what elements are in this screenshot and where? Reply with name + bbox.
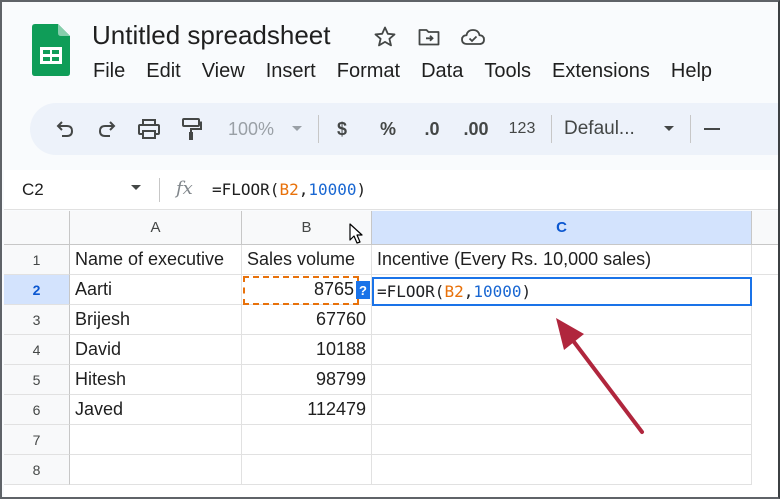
cell-c8[interactable] [372,455,752,485]
cell-a2[interactable]: Aarti [70,275,242,305]
toolbar-divider [690,115,691,143]
cell-a7[interactable] [70,425,242,455]
cell-b3[interactable]: 67760 [242,305,372,335]
cell-a3[interactable]: Brijesh [70,305,242,335]
cell-a1[interactable]: Name of executive [70,245,242,275]
name-box-caret-icon[interactable] [130,184,142,192]
select-all-corner[interactable] [4,211,70,245]
formula-divider [159,178,160,202]
number-format-button[interactable]: 123 [505,111,539,147]
cell-b1[interactable]: Sales volume [242,245,372,275]
star-icon[interactable] [372,24,398,50]
formula-bar: C2 fx =FLOOR(B2,10000) [4,170,778,210]
cell-c2-editor[interactable]: =FLOOR(B2, 10000) [372,277,752,306]
menu-insert[interactable]: Insert [266,60,316,83]
column-header-d[interactable] [752,211,778,245]
row-header-6[interactable]: 6 [4,395,70,425]
cell-a6[interactable]: Javed [70,395,242,425]
paint-format-icon[interactable] [178,111,204,147]
formula-help-button[interactable]: ? [356,281,370,299]
spreadsheet-grid: A B C 1 2 3 4 5 6 7 8 Name of executive … [4,211,778,497]
editor-ref: B2 [444,282,464,301]
mouse-pointer-icon [349,223,363,244]
menu-data[interactable]: Data [421,60,463,83]
decrease-decimal-button[interactable]: .0 [417,111,447,147]
editor-prefix: =FLOOR( [377,282,445,301]
cell-b6[interactable]: 112479 [242,395,372,425]
cell-c1[interactable]: Incentive (Every Rs. 10,000 sales) [372,245,752,275]
column-header-c[interactable]: C [372,211,752,245]
cell-b8[interactable] [242,455,372,485]
formula-suffix: ) [356,180,367,199]
sheets-logo-icon[interactable] [32,24,70,76]
cell-b2[interactable]: 8765 [242,275,372,305]
column-header-a[interactable]: A [70,211,242,245]
fx-icon: fx [176,178,193,199]
print-icon[interactable] [136,111,162,147]
cell-b4[interactable]: 10188 [242,335,372,365]
toolbar: 100% $ % .0 .00 123 Defaul... [30,103,778,155]
menu-help[interactable]: Help [671,60,712,83]
currency-format-button[interactable]: $ [331,111,353,147]
cell-a4[interactable]: David [70,335,242,365]
menu-view[interactable]: View [202,60,245,83]
document-title[interactable]: Untitled spreadsheet [92,20,330,51]
formula-number: 10000 [308,180,357,199]
cloud-saved-icon[interactable] [460,24,486,50]
cell-d1[interactable] [752,245,778,275]
menu-tools[interactable]: Tools [484,60,531,83]
row-header-3[interactable]: 3 [4,305,70,335]
row-header-2[interactable]: 2 [4,275,70,305]
app-window: Untitled spreadsheet File Edit View Inse… [0,0,780,499]
formula-input[interactable]: =FLOOR(B2,10000) [212,180,366,199]
cell-b7[interactable] [242,425,372,455]
row-header-4[interactable]: 4 [4,335,70,365]
percent-format-button[interactable]: % [377,111,399,147]
cell-b5[interactable]: 98799 [242,365,372,395]
menu-file[interactable]: File [93,60,125,83]
toolbar-divider [551,115,552,143]
zoom-select[interactable]: 100% [222,111,280,147]
row-header-7[interactable]: 7 [4,425,70,455]
row-header-8[interactable]: 8 [4,455,70,485]
title-actions [372,24,486,50]
formula-ref: B2 [279,180,299,199]
editor-number: 10000 [473,282,522,301]
annotation-arrow-icon [556,318,644,434]
font-select[interactable]: Defaul... [564,111,654,147]
move-folder-icon[interactable] [416,24,442,50]
formula-prefix: =FLOOR( [212,180,280,199]
menu-extensions[interactable]: Extensions [552,60,650,83]
row-header-5[interactable]: 5 [4,365,70,395]
row-header-1[interactable]: 1 [4,245,70,275]
redo-icon[interactable] [94,111,120,147]
editor-sep: , [463,282,474,301]
increase-decimal-button[interactable]: .00 [461,111,491,147]
editor-suffix: ) [521,282,532,301]
formula-sep: , [298,180,309,199]
menu-format[interactable]: Format [337,60,400,83]
cell-a8[interactable] [70,455,242,485]
font-caret-icon[interactable] [660,111,678,147]
toolbar-divider [318,115,319,143]
undo-icon[interactable] [52,111,78,147]
cell-a5[interactable]: Hitesh [70,365,242,395]
menu-edit[interactable]: Edit [146,60,180,83]
menu-bar: File Edit View Insert Format Data Tools … [93,60,733,83]
zoom-caret-icon[interactable] [288,111,306,147]
decrease-font-size-icon[interactable] [703,111,721,147]
name-box[interactable]: C2 [22,180,44,200]
